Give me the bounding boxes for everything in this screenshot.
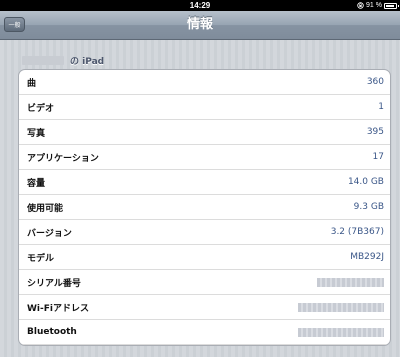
serial-number-redacted	[317, 277, 384, 287]
battery-percent: 91 %	[366, 2, 382, 9]
table-row: ビデオ 1	[19, 95, 390, 120]
row-value: 9.3 GB	[353, 202, 384, 212]
table-row: 写真 395	[19, 120, 390, 145]
table-row: バージョン 3.2 (7B367)	[19, 220, 390, 245]
row-label: ビデオ	[27, 103, 55, 114]
navigation-bar: 一般 情報	[0, 11, 400, 40]
orientation-lock-icon	[357, 2, 364, 9]
row-value: 14.0 GB	[347, 177, 384, 187]
table-row: Bluetooth	[19, 320, 390, 345]
row-label: バージョン	[27, 228, 72, 239]
wifi-address-redacted	[298, 302, 384, 312]
table-row: 使用可能 9.3 GB	[19, 195, 390, 220]
row-value: 3.2 (7B367)	[330, 227, 384, 237]
info-table: 曲 360 ビデオ 1 写真 395 アプリケーション 17 容量 14.0 G…	[18, 69, 391, 346]
row-value: 1	[378, 102, 384, 112]
page-title: 情報	[186, 17, 213, 32]
row-label: Bluetooth	[27, 327, 77, 337]
row-label: Wi-Fiアドレス	[27, 303, 89, 314]
row-label: アプリケーション	[27, 153, 99, 164]
row-label: 写真	[27, 128, 46, 139]
row-value: MB292J	[350, 252, 384, 262]
table-row: 曲 360	[19, 70, 390, 95]
section-header: の iPad	[22, 54, 105, 67]
status-bar: 14:29 91 %	[0, 0, 400, 11]
row-label: 曲	[27, 78, 37, 89]
device-name-redacted	[22, 55, 64, 65]
bluetooth-address-redacted	[298, 327, 384, 337]
table-row: Wi-Fiアドレス	[19, 295, 390, 320]
table-row: モデル MB292J	[19, 245, 390, 270]
table-row: シリアル番号	[19, 270, 390, 295]
row-value: 360	[366, 77, 384, 87]
row-label: モデル	[27, 253, 55, 264]
table-row: アプリケーション 17	[19, 145, 390, 170]
status-right: 91 %	[357, 0, 399, 11]
row-value: 17	[372, 152, 384, 162]
section-header-suffix: の iPad	[70, 56, 105, 67]
table-row: 容量 14.0 GB	[19, 170, 390, 195]
row-value: 395	[366, 127, 384, 137]
row-label: 使用可能	[27, 203, 64, 214]
row-label: 容量	[27, 178, 46, 189]
row-label: シリアル番号	[27, 278, 81, 289]
status-time: 14:29	[189, 1, 211, 10]
battery-icon	[384, 2, 399, 9]
